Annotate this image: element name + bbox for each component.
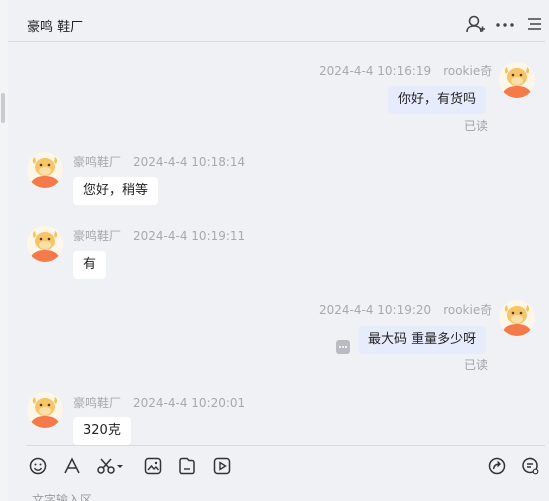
- message-meta: 豪鸣鞋厂 2024-4-4 10:18:14: [73, 153, 245, 170]
- read-status: 已读: [464, 119, 489, 133]
- message-time: 2024-4-4 10:19:20: [319, 303, 432, 317]
- message-meta: 2024-4-4 10:19:20 rookie奇: [319, 301, 492, 318]
- input-divider: [26, 445, 545, 446]
- avatar[interactable]: [499, 62, 535, 98]
- scrollbar-thumb[interactable]: [1, 93, 5, 123]
- avatar[interactable]: [499, 300, 535, 336]
- left-panel-edge: [0, 0, 8, 501]
- read-status: 已读: [464, 358, 489, 372]
- message-time: 2024-4-4 10:16:19: [319, 64, 432, 78]
- message-meta: 豪鸣鞋厂 2024-4-4 10:20:01: [73, 394, 245, 411]
- emoji-icon[interactable]: [28, 456, 48, 476]
- message-more-icon[interactable]: [336, 340, 350, 354]
- scissors-icon[interactable]: [96, 456, 126, 476]
- message-time: 2024-4-4 10:19:11: [133, 229, 246, 243]
- menu-icon[interactable]: [523, 13, 545, 35]
- message-list[interactable]: 2024-4-4 10:16:19 rookie奇 你好，有货吗 已读 豪鸣鞋厂 2…: [8, 43, 545, 445]
- message-bubble-incoming[interactable]: 您好，稍等: [73, 177, 159, 205]
- image-icon[interactable]: [143, 456, 163, 476]
- video-icon[interactable]: [212, 456, 232, 476]
- message-sender: rookie奇: [443, 303, 493, 317]
- message-time: 2024-4-4 10:20:01: [133, 396, 246, 410]
- message-meta: 豪鸣鞋厂 2024-4-4 10:19:11: [73, 227, 245, 244]
- message-sender: rookie奇: [443, 64, 493, 78]
- message-sender: 豪鸣鞋厂: [73, 155, 122, 169]
- avatar[interactable]: [27, 392, 63, 428]
- message-bubble-outgoing[interactable]: 最大码 重量多少呀: [358, 326, 487, 354]
- message-bubble-incoming[interactable]: 320克: [73, 417, 131, 445]
- message-input[interactable]: 文字输入区: [32, 491, 92, 501]
- share-icon[interactable]: [487, 456, 507, 476]
- add-user-icon[interactable]: [464, 13, 486, 35]
- message-time: 2024-4-4 10:18:14: [133, 155, 246, 169]
- message-sender: 豪鸣鞋厂: [73, 229, 122, 243]
- message-sender: 豪鸣鞋厂: [73, 396, 122, 410]
- file-icon[interactable]: [177, 456, 197, 476]
- message-meta: 2024-4-4 10:16:19 rookie奇: [319, 62, 492, 79]
- message-bubble-incoming[interactable]: 有: [73, 251, 107, 279]
- quick-reply-icon[interactable]: [520, 456, 540, 476]
- chat-title: 豪鸣 鞋厂: [27, 20, 84, 35]
- more-options-icon[interactable]: [494, 13, 516, 35]
- avatar[interactable]: [27, 226, 63, 262]
- chat-header: 豪鸣 鞋厂: [8, 0, 545, 42]
- font-icon[interactable]: [62, 456, 82, 476]
- message-bubble-outgoing[interactable]: 你好，有货吗: [388, 86, 487, 114]
- avatar[interactable]: [27, 152, 63, 188]
